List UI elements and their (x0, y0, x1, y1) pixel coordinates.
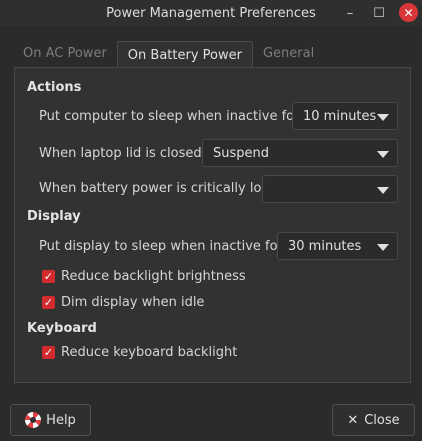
close-button[interactable]: ✕ Close (332, 404, 415, 436)
display-sleep-select[interactable]: 30 minutes (277, 232, 398, 260)
lid-closed-value: Suspend (213, 145, 270, 161)
display-sleep-label: Put display to sleep when inactive for: (39, 239, 288, 254)
lid-closed-label: When laptop lid is closed: (39, 146, 206, 161)
checkmark-icon: ✓ (42, 346, 55, 359)
tab-on-ac-power[interactable]: On AC Power (13, 41, 117, 66)
tab-general[interactable]: General (253, 41, 324, 66)
help-button[interactable]: Help (10, 404, 91, 436)
keyboard-heading: Keyboard (27, 321, 97, 336)
reduce-backlight-label: Reduce backlight brightness (61, 269, 246, 284)
battery-settings-panel: Actions Put computer to sleep when inact… (14, 67, 411, 383)
title-bar: Power Management Preferences – ☐ ✕ (0, 0, 422, 26)
close-icon: ✕ (347, 412, 359, 428)
tab-on-battery-power[interactable]: On Battery Power (116, 41, 253, 68)
reduce-keyboard-backlight-label: Reduce keyboard backlight (61, 345, 238, 360)
chevron-down-icon (377, 187, 389, 194)
dim-display-label: Dim display when idle (61, 295, 205, 310)
computer-sleep-value: 10 minutes (303, 108, 377, 124)
checkmark-icon: ✓ (42, 270, 55, 283)
window-close-icon[interactable]: ✕ (399, 3, 418, 22)
checkmark-icon: ✓ (42, 296, 55, 309)
computer-sleep-select[interactable]: 10 minutes (292, 102, 398, 130)
maximize-icon[interactable]: ☐ (369, 3, 389, 23)
window-title: Power Management Preferences (106, 5, 316, 21)
reduce-backlight-checkbox[interactable]: ✓ Reduce backlight brightness (42, 269, 246, 284)
actions-heading: Actions (27, 80, 82, 95)
display-sleep-value: 30 minutes (288, 238, 362, 254)
lid-closed-select[interactable]: Suspend (202, 139, 398, 167)
tab-bar: On AC Power On Battery Power General (13, 41, 324, 68)
critical-battery-select[interactable] (262, 175, 398, 203)
minimize-icon[interactable]: – (340, 3, 360, 23)
close-label: Close (364, 412, 400, 428)
critical-battery-label: When battery power is critically low: (39, 181, 276, 196)
chevron-down-icon (377, 151, 389, 158)
help-label: Help (46, 412, 76, 428)
computer-sleep-label: Put computer to sleep when inactive for: (39, 109, 304, 124)
chevron-down-icon (377, 114, 389, 121)
chevron-down-icon (377, 244, 389, 251)
dim-display-checkbox[interactable]: ✓ Dim display when idle (42, 295, 204, 310)
lifebuoy-icon (25, 412, 42, 428)
reduce-keyboard-backlight-checkbox[interactable]: ✓ Reduce keyboard backlight (42, 345, 237, 360)
display-heading: Display (27, 209, 81, 224)
